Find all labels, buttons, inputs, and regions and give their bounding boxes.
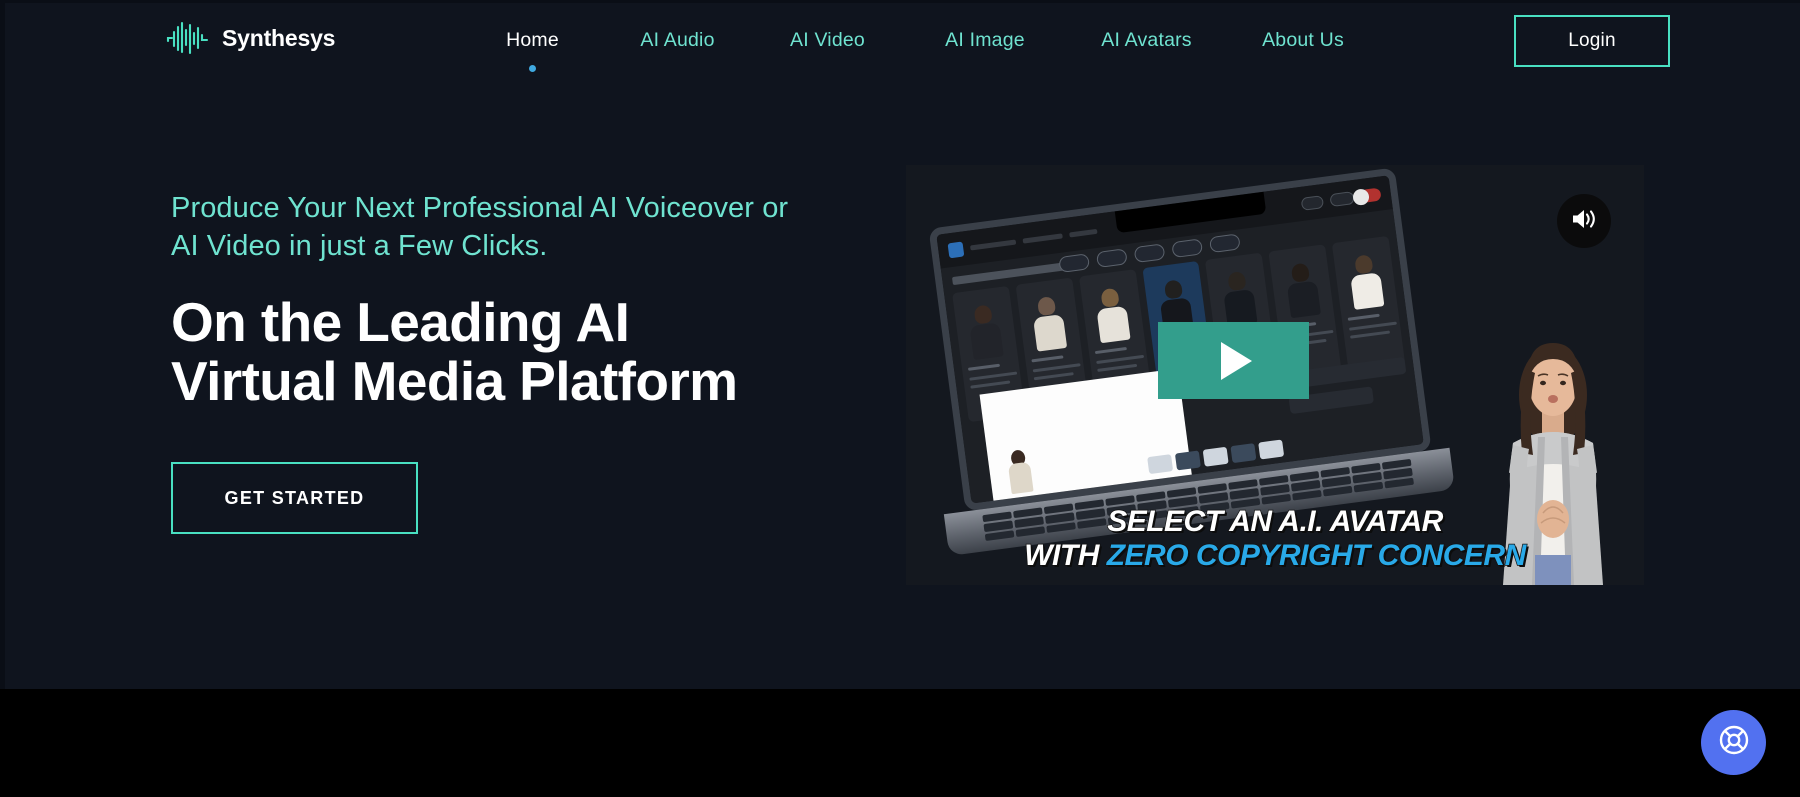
topbar-label [1069, 228, 1098, 237]
speaker-on-icon [1570, 206, 1598, 237]
play-button[interactable] [1158, 322, 1309, 399]
background-thumb [1174, 450, 1201, 471]
hero-subheadline-line-2: AI Video in just a Few Clicks. [171, 230, 548, 262]
brand-name: Synthesys [222, 24, 336, 51]
filter-pill [1171, 238, 1204, 259]
get-started-button[interactable]: GET STARTED [171, 462, 418, 534]
nav-links: Home AI Audio AI Video AI Image AI Avata… [460, 27, 1378, 72]
login-button[interactable]: Login [1514, 15, 1670, 67]
caption-line-2-highlight: ZERO COPYRIGHT CONCERN [1106, 538, 1527, 572]
nav-item-ai-audio[interactable]: AI Audio [605, 27, 750, 53]
app-logo-icon [947, 241, 965, 258]
nav-item-label: AI Video [790, 29, 865, 51]
presenter-avatar [1480, 323, 1626, 585]
top-navigation-bar: Synthesys Home AI Audio AI Video AI Imag… [5, 3, 1800, 81]
background-thumb [1258, 439, 1285, 460]
brand-logo[interactable]: Synthesys [166, 21, 335, 55]
nav-item-label: About Us [1262, 29, 1344, 51]
landing-page: Synthesys Home AI Audio AI Video AI Imag… [0, 0, 1800, 797]
filter-pill [1095, 248, 1128, 269]
hero-subheadline: Produce Your Next Professional AI Voiceo… [171, 189, 871, 265]
active-indicator-dot [529, 65, 536, 72]
nav-item-label: AI Avatars [1101, 29, 1192, 51]
hero-headline-line-2: Virtual Media Platform [171, 350, 738, 412]
video-thumbnail: SELECT AN A.I. AVATAR WITH ZERO COPYRIGH… [906, 165, 1644, 585]
topbar-label [969, 239, 1017, 251]
nav-item-ai-video[interactable]: AI Video [750, 27, 905, 53]
hero-headline-line-1: On the Leading AI [171, 291, 630, 353]
topbar-chip [1329, 190, 1355, 207]
footer-band [0, 689, 1800, 797]
nav-item-home[interactable]: Home [460, 27, 605, 72]
avatar-card [1331, 235, 1406, 373]
topbar-label [1022, 232, 1063, 244]
topbar-chip [1300, 194, 1325, 211]
nav-item-label: AI Audio [640, 29, 715, 51]
hero-video-player[interactable]: SELECT AN A.I. AVATAR WITH ZERO COPYRIGH… [906, 165, 1644, 585]
support-widget-button[interactable] [1701, 710, 1766, 775]
filter-pill [1133, 243, 1166, 264]
nav-item-about-us[interactable]: About Us [1228, 27, 1378, 53]
filter-pill [1058, 253, 1091, 273]
hero-text-column: Produce Your Next Professional AI Voiceo… [171, 189, 871, 534]
background-thumb [1202, 446, 1229, 467]
hero-subheadline-line-1: Produce Your Next Professional AI Voiceo… [171, 192, 789, 224]
nav-item-label: AI Image [945, 29, 1025, 51]
nav-item-ai-avatars[interactable]: AI Avatars [1065, 27, 1228, 53]
hero-headline: On the Leading AI Virtual Media Platform [171, 293, 871, 411]
filter-pill [1208, 233, 1241, 254]
background-thumb [1230, 443, 1257, 464]
background-thumb [1147, 454, 1174, 475]
nav-item-label: Home [506, 29, 559, 51]
sound-toggle-button[interactable] [1557, 194, 1611, 248]
nav-item-ai-image[interactable]: AI Image [905, 27, 1065, 53]
lifebuoy-icon [1717, 723, 1751, 762]
waveform-icon [166, 21, 209, 55]
play-icon [1221, 341, 1252, 380]
hero-section: Synthesys Home AI Audio AI Video AI Imag… [0, 0, 1800, 689]
